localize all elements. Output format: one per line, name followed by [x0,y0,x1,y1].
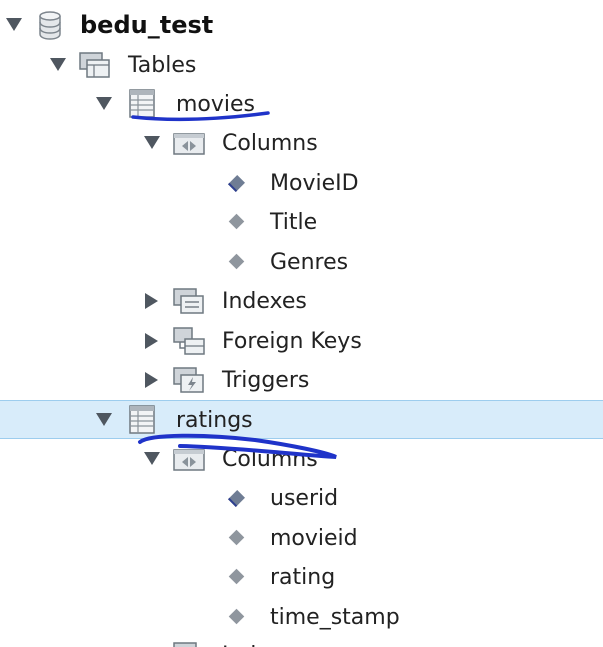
tree-node-schema[interactable]: bedu_test [0,6,603,45]
tree-node-column[interactable]: Genres [0,243,603,282]
column-icon [228,213,245,230]
column-icon [228,608,245,625]
column-label: Genres [270,250,349,275]
column-icon [228,253,245,270]
tree-node-column[interactable]: MovieID [0,164,603,203]
tree-node-column[interactable]: userid [0,479,603,518]
column-icon [228,568,245,585]
table-icon [126,404,160,436]
tree-node-movies-foreign-keys[interactable]: Foreign Keys [0,322,603,361]
database-icon [34,9,68,41]
tree-node-column[interactable]: Title [0,203,603,242]
triggers-label: Triggers [222,368,310,393]
tables-label: Tables [128,53,197,78]
table-label-movies: movies [176,92,256,117]
tree-node-column[interactable]: time_stamp [0,598,603,637]
indexes-label: Indexes [222,289,307,314]
schema-navigator-tree: bedu_test Tables movies Columns MovieID … [0,0,603,647]
column-label: rating [270,565,336,590]
columns-label: Columns [222,131,318,156]
column-label: movieid [270,526,358,551]
expand-arrow-icon[interactable] [145,333,158,349]
collapse-arrow-icon[interactable] [144,452,160,465]
foreign-keys-folder-icon [172,325,206,357]
schema-label: bedu_test [80,11,214,39]
tree-node-column[interactable]: rating [0,558,603,597]
column-label: MovieID [270,171,359,196]
primary-key-column-icon [228,490,245,507]
indexes-folder-icon [172,285,206,317]
collapse-arrow-icon[interactable] [144,136,160,149]
tree-node-ratings-columns[interactable]: Columns [0,440,603,479]
tree-node-table-movies[interactable]: movies [0,85,603,124]
tree-node-tables[interactable]: Tables [0,46,603,85]
expand-arrow-icon[interactable] [145,293,158,309]
collapse-arrow-icon[interactable] [6,18,22,31]
foreign-keys-label: Foreign Keys [222,329,362,354]
tables-folder-icon [78,49,112,81]
table-icon [126,88,160,120]
tree-node-movies-columns[interactable]: Columns [0,124,603,163]
tree-node-table-ratings[interactable]: ratings [0,400,603,439]
indexes-folder-icon [172,639,206,647]
columns-folder-icon [172,127,206,159]
collapse-arrow-icon[interactable] [96,413,112,426]
expand-arrow-icon[interactable] [145,372,158,388]
columns-folder-icon [172,443,206,475]
column-icon [228,529,245,546]
primary-key-column-icon [228,175,245,192]
collapse-arrow-icon[interactable] [96,97,112,110]
tree-node-column[interactable]: movieid [0,519,603,558]
tree-node-movies-triggers[interactable]: Triggers [0,361,603,400]
indexes-label: Indexes [222,636,307,647]
column-label: time_stamp [270,605,400,630]
table-label-ratings: ratings [176,408,253,433]
tree-node-movies-indexes[interactable]: Indexes [0,282,603,321]
column-label: userid [270,486,339,511]
collapse-arrow-icon[interactable] [50,58,66,71]
tree-node-ratings-indexes[interactable]: Indexes [0,636,603,647]
column-label: Title [270,210,318,235]
columns-label: Columns [222,447,318,472]
triggers-folder-icon [172,364,206,396]
